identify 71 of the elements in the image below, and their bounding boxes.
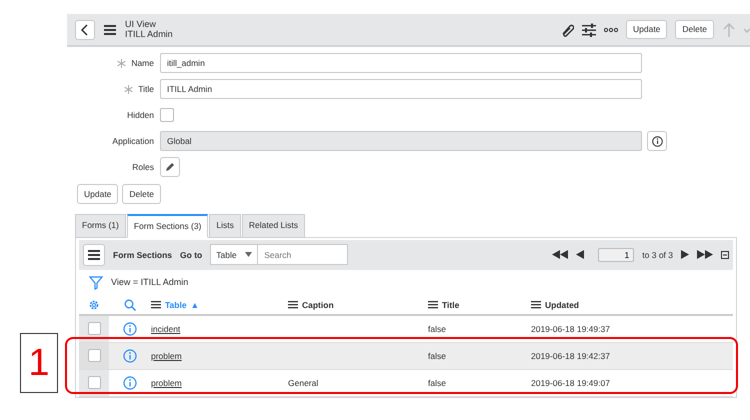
input-field[interactable]: ITILL Admin	[160, 79, 642, 99]
record-type: UI View	[125, 20, 157, 30]
table-link[interactable]: problem	[151, 378, 182, 388]
field-label: Application	[112, 134, 154, 148]
previous-page-icon[interactable]	[576, 250, 584, 260]
last-page-icon[interactable]	[697, 250, 713, 260]
table-cell: false	[428, 378, 446, 388]
record-title: ITILL Admin	[125, 30, 173, 40]
tab[interactable]: Lists	[209, 214, 241, 238]
table-cell: false	[428, 324, 446, 334]
checkbox[interactable]	[160, 108, 174, 122]
pencil-icon	[165, 162, 175, 172]
info-icon[interactable]	[123, 322, 137, 336]
settings-icon[interactable]	[88, 298, 100, 311]
column-menu-icon[interactable]	[428, 300, 438, 310]
column-header[interactable]: Title	[442, 298, 460, 312]
caret-icon	[245, 252, 252, 258]
column-header[interactable]: Caption	[302, 298, 334, 312]
table-cell: General	[288, 378, 318, 388]
field-label: Title	[138, 82, 154, 96]
search-icon[interactable]	[124, 298, 136, 311]
form-button[interactable]: Delete	[122, 184, 161, 204]
input-field[interactable]: Global	[160, 131, 642, 151]
paperclip-icon[interactable]	[560, 22, 574, 36]
info-icon[interactable]	[123, 376, 137, 390]
column-menu-icon[interactable]	[151, 300, 161, 310]
info-icon[interactable]	[123, 348, 137, 363]
field-label: Hidden	[127, 108, 154, 122]
first-page-icon[interactable]	[552, 250, 568, 260]
more-icon[interactable]	[604, 26, 618, 32]
collapse-icon[interactable]	[721, 250, 729, 259]
row-checkbox[interactable]	[88, 376, 100, 390]
filter-icon[interactable]	[89, 276, 103, 290]
table-link[interactable]: problem	[151, 350, 182, 361]
column-header[interactable]: Updated	[545, 298, 579, 312]
back-icon	[80, 24, 90, 36]
edit-button[interactable]	[160, 157, 180, 177]
tab[interactable]: Form Sections (3)	[126, 214, 208, 238]
row-checkbox[interactable]	[88, 322, 100, 336]
field-label: Roles	[132, 160, 154, 174]
table-cell: 2019-06-18 19:49:37	[531, 324, 610, 334]
menu-icon[interactable]	[103, 22, 117, 36]
info-icon	[652, 136, 662, 146]
page-field[interactable]: 1	[598, 248, 634, 262]
sliders-icon[interactable]	[582, 22, 596, 36]
form-button[interactable]: Update	[77, 184, 118, 204]
goto-label: Go to	[180, 248, 202, 262]
page-info: to 3 of 3	[642, 248, 673, 262]
tab[interactable]: Forms (1)	[75, 214, 126, 238]
header-button[interactable]: Update	[626, 20, 668, 39]
header-button[interactable]: Delete	[675, 20, 714, 39]
field-label: Name	[131, 56, 154, 70]
table-link[interactable]: incident	[151, 324, 180, 334]
list-title: Form Sections	[113, 248, 172, 262]
input-field[interactable]: itill_admin	[160, 53, 642, 73]
column-menu-icon[interactable]	[531, 300, 541, 310]
table-cell: false	[428, 350, 446, 361]
menu-icon	[87, 248, 101, 262]
goto-dropdown[interactable]: Table	[210, 244, 258, 266]
tab[interactable]: Related Lists	[242, 214, 306, 238]
back-button[interactable]	[75, 20, 95, 40]
annotation-label: 1	[20, 333, 58, 393]
row-checkbox[interactable]	[88, 349, 100, 362]
info-button[interactable]	[647, 131, 667, 151]
search-field[interactable]: Search	[258, 244, 348, 266]
column-menu-icon[interactable]	[288, 300, 298, 310]
table-cell: 2019-06-18 19:42:37	[531, 350, 610, 361]
table-cell: 2019-06-18 19:49:07	[531, 378, 610, 388]
menu-button[interactable]	[83, 244, 105, 266]
filter-condition[interactable]: View = ITILL Admin	[111, 276, 188, 290]
next-page-icon[interactable]	[681, 250, 689, 260]
